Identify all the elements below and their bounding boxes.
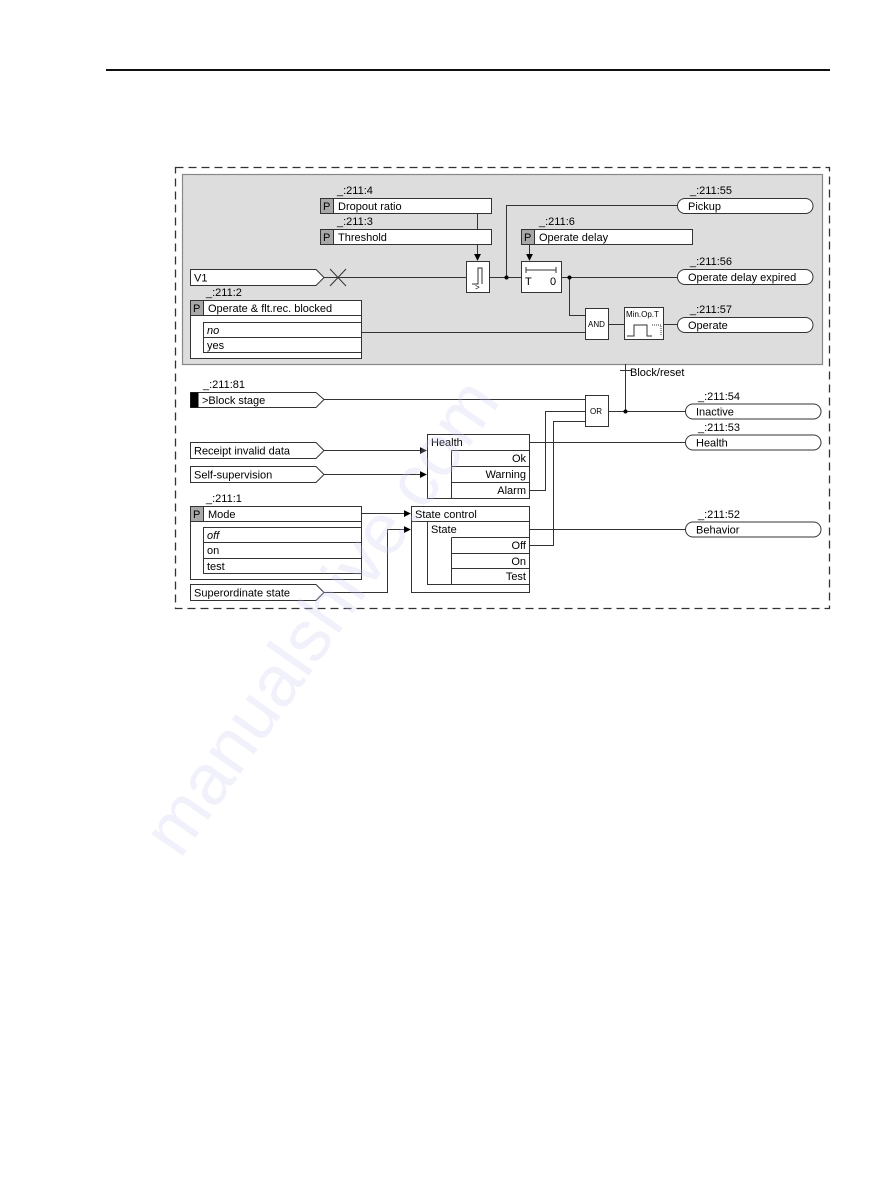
input-receipt-invalid-data[interactable]: Receipt invalid data: [190, 442, 325, 459]
output-id-label: _:211:55: [689, 185, 732, 197]
output-behavior[interactable]: _:211:52 Behavior: [685, 509, 822, 538]
block-reset-label: Block/reset: [630, 367, 684, 379]
param-p-icon: P: [323, 232, 330, 244]
input-label: V1: [194, 273, 207, 285]
and-label: AND: [588, 320, 605, 329]
option-label: on: [207, 545, 219, 557]
health-row-ok: Ok: [512, 453, 527, 465]
output-label: Operate delay expired: [688, 272, 796, 284]
param-id-label: _:211:4: [336, 185, 373, 197]
param-p-icon: P: [193, 303, 200, 315]
input-label: Superordinate state: [194, 588, 290, 600]
output-id-label: _:211:57: [689, 304, 732, 316]
param-p-icon: P: [193, 509, 200, 521]
option-label: test: [207, 561, 225, 573]
or-gate: OR: [585, 395, 609, 427]
input-block-stage[interactable]: _:211:81 >Block stage: [190, 379, 325, 408]
option-yes[interactable]: [203, 337, 362, 353]
timer-element: T 0: [521, 261, 562, 293]
output-id-label: _:211:54: [697, 391, 740, 403]
param-id-label: _:211:1: [205, 493, 242, 505]
param-id-label: _:211:3: [336, 216, 373, 228]
option-label: off: [207, 530, 220, 542]
junction-dot: [504, 275, 509, 280]
state-row-on: On: [511, 556, 526, 568]
input-v1[interactable]: V1: [190, 269, 325, 286]
min-op-label: Min.Op.T: [626, 310, 659, 319]
output-label: Inactive: [696, 407, 734, 419]
state-row-off: Off: [512, 540, 527, 552]
option-label: no: [207, 325, 219, 337]
timer-t-label: T: [525, 276, 532, 288]
output-health[interactable]: _:211:53 Health: [685, 422, 822, 451]
param-label: Operate delay: [539, 232, 609, 244]
param-label: Threshold: [338, 232, 387, 244]
output-id-label: _:211:56: [689, 256, 732, 268]
state-row-test: Test: [506, 571, 526, 583]
health-row-alarm: Alarm: [497, 485, 526, 497]
param-id-label: _:211:2: [205, 287, 242, 299]
input-label: Self-supervision: [194, 470, 272, 482]
threshold-symbol: >: [475, 283, 480, 292]
output-label: Health: [696, 438, 728, 450]
option-no[interactable]: [203, 322, 362, 338]
and-gate: AND: [585, 308, 609, 340]
logic-diagram: _:211:4 P Dropout ratio _:211:3 P Thresh…: [128, 166, 831, 869]
output-label: Pickup: [688, 201, 721, 213]
output-label: Operate: [688, 320, 728, 332]
input-label: >Block stage: [202, 395, 265, 407]
watermark: manualshive.com: [128, 364, 515, 869]
state-label: State: [431, 524, 457, 536]
or-label: OR: [590, 407, 602, 416]
junction-dot: [623, 409, 628, 414]
junction-dot: [567, 275, 572, 280]
option-label: yes: [207, 340, 225, 352]
output-label: Behavior: [696, 525, 740, 537]
param-id-label: _:211:6: [538, 216, 575, 228]
param-label: Operate & flt.rec. blocked: [208, 303, 332, 315]
input-self-supervision[interactable]: Self-supervision: [190, 466, 325, 483]
output-id-label: _:211:52: [697, 509, 740, 521]
param-p-icon: P: [524, 232, 531, 244]
param-p-icon: P: [323, 201, 330, 213]
input-id-label: _:211:81: [202, 379, 245, 391]
output-id-label: _:211:53: [697, 422, 740, 434]
timer-0-label: 0: [550, 276, 556, 288]
input-label: Receipt invalid data: [194, 446, 291, 458]
output-inactive[interactable]: _:211:54 Inactive: [685, 391, 822, 420]
param-label: Dropout ratio: [338, 201, 402, 213]
min-operate-time: Min.Op.T: [624, 307, 664, 340]
health-row-warning: Warning: [485, 469, 526, 481]
threshold-element: >: [466, 261, 490, 293]
param-label: Mode: [208, 509, 236, 521]
